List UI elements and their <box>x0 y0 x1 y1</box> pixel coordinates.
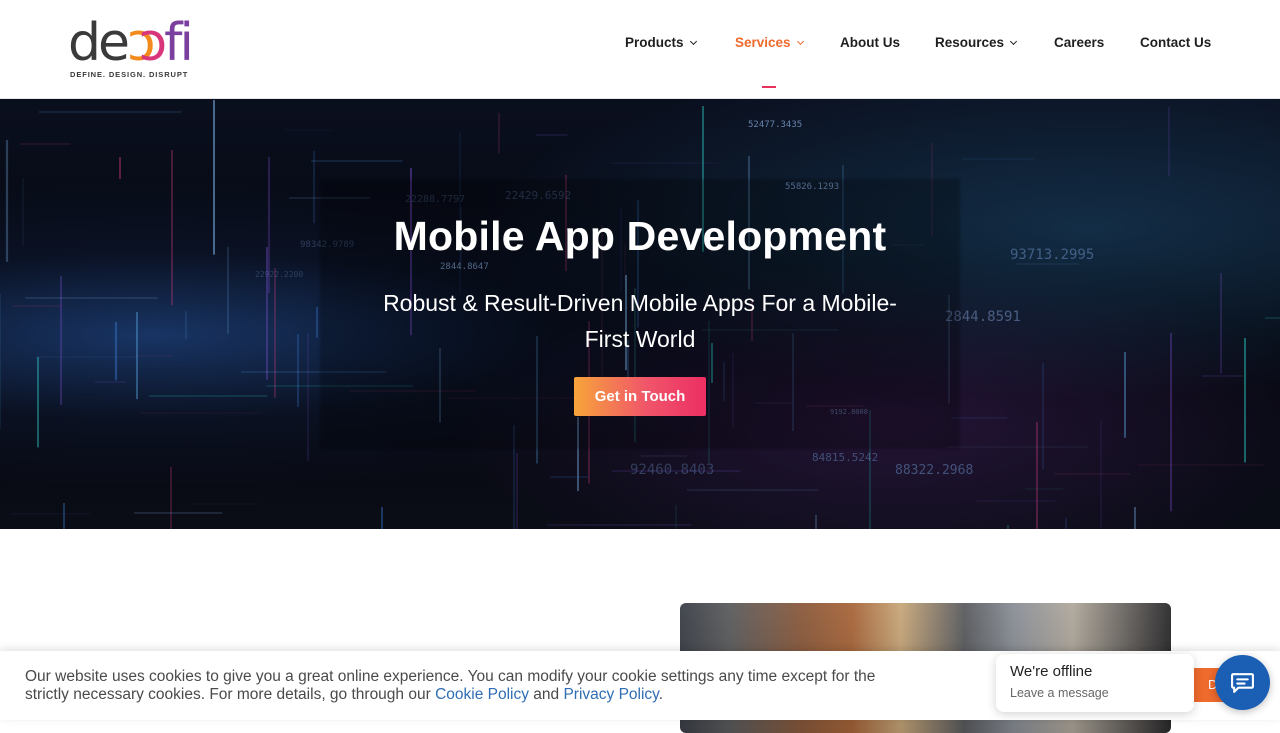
chevron-down-icon <box>689 37 697 46</box>
nav-label: Careers <box>1054 35 1105 50</box>
cookie-message: Our website uses cookies to give you a g… <box>25 668 905 704</box>
nav-item-resources[interactable]: Resources <box>935 35 1018 50</box>
chat-status-card[interactable]: We're offline Leave a message <box>996 654 1194 712</box>
active-nav-indicator <box>762 86 776 88</box>
site-header: deɔɔfi DEFINE. DESIGN. DISRUPT Products … <box>0 0 1280 99</box>
privacy-policy-link[interactable]: Privacy Policy <box>563 686 658 703</box>
logo-tagline: DEFINE. DESIGN. DISRUPT <box>70 70 189 79</box>
hero-subtitle: Robust & Result-Driven Mobile Apps For a… <box>383 290 897 352</box>
chat-launcher-button[interactable] <box>1215 655 1270 710</box>
nav-item-careers[interactable]: Careers <box>1054 35 1104 50</box>
nav-item-about-us[interactable]: About Us <box>840 35 900 50</box>
chat-title: We're offline <box>1010 663 1093 680</box>
hero-background-number: 52477.3435 <box>748 120 802 130</box>
nav-item-contact-us[interactable]: Contact Us <box>1140 35 1211 50</box>
nav-label: Products <box>625 35 684 50</box>
cookie-text-period: . <box>658 686 664 703</box>
hero-background-number: 92460.8403 <box>630 462 714 478</box>
chevron-down-icon <box>1010 37 1018 46</box>
chevron-down-icon <box>796 37 804 46</box>
nav-label: Services <box>735 35 791 50</box>
hero-background-number: 84815.5242 <box>812 451 878 464</box>
chat-bubble-icon <box>1231 673 1254 693</box>
hero-banner: 52477.3435 22288.7797 22429.6592 2844.8647 2… <box>0 99 1280 529</box>
nav-label: Contact Us <box>1140 35 1212 50</box>
nav-item-products[interactable]: Products <box>625 35 697 50</box>
hero-background-number: 22922.2200 <box>255 270 303 279</box>
nav-label: About Us <box>840 35 900 50</box>
chat-subtitle: Leave a message <box>1010 686 1109 700</box>
hero-background-number: 88322.2968 <box>895 463 973 478</box>
cookie-text-and: and <box>528 686 564 703</box>
nav-item-services[interactable]: Services <box>735 35 804 50</box>
cookie-policy-link[interactable]: Cookie Policy <box>435 686 529 703</box>
get-in-touch-button[interactable]: Get in Touch <box>574 377 706 416</box>
nav-label: Resources <box>935 35 1005 50</box>
page-title: Mobile App Development <box>393 213 887 259</box>
main-nav: Products Services About Us Resources Car… <box>0 35 1280 55</box>
